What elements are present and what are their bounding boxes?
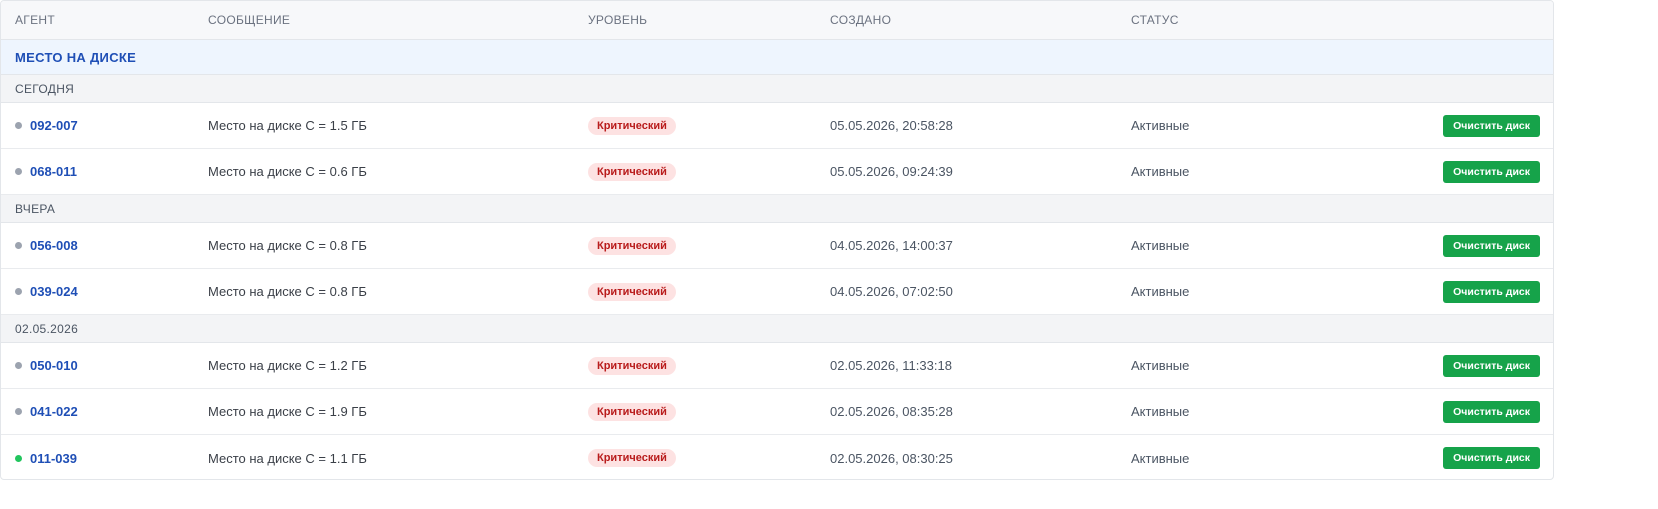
date-group-label: 02.05.2026 xyxy=(1,315,1553,343)
offline-status-dot-icon xyxy=(15,242,22,249)
action-cell: Очистить диск xyxy=(1403,160,1553,183)
level-cell: Критический xyxy=(574,449,816,467)
level-cell: Критический xyxy=(574,402,816,421)
status-text: Активные xyxy=(1131,450,1190,466)
column-header-created[interactable]: СОЗДАНО xyxy=(816,13,1117,27)
agent-cell: 092-007 xyxy=(1,118,194,133)
agent-cell: 039-024 xyxy=(1,284,194,299)
table-row: 011-039 Место на диске C = 1.1 ГБ Критич… xyxy=(1,435,1553,479)
agent-link[interactable]: 011-039 xyxy=(30,451,77,466)
offline-status-dot-icon xyxy=(15,288,22,295)
alert-message: Место на диске C = 0.8 ГБ xyxy=(208,238,367,253)
clean-disk-button[interactable]: Очистить диск xyxy=(1443,114,1540,137)
created-timestamp: 02.05.2026, 08:30:25 xyxy=(830,450,953,466)
status-text: Активные xyxy=(1131,358,1190,373)
agent-cell: 011-039 xyxy=(1,451,194,466)
level-badge-critical: Критический xyxy=(588,356,676,375)
level-badge-critical: Критический xyxy=(588,162,676,181)
online-status-dot-icon xyxy=(15,454,22,462)
clean-disk-button[interactable]: Очистить диск xyxy=(1443,354,1540,377)
alert-message: Место на диске C = 1.1 ГБ xyxy=(208,450,367,466)
level-badge-critical: Критический xyxy=(588,282,676,301)
date-group-label: ВЧЕРА xyxy=(1,195,1553,223)
level-cell: Критический xyxy=(574,356,816,375)
agent-link[interactable]: 068-011 xyxy=(30,164,77,179)
status-text: Активные xyxy=(1131,164,1190,179)
column-header-message[interactable]: СООБЩЕНИЕ xyxy=(194,13,574,27)
created-timestamp: 05.05.2026, 09:24:39 xyxy=(830,164,953,179)
action-cell: Очистить диск xyxy=(1403,400,1553,423)
agent-link[interactable]: 056-008 xyxy=(30,238,78,253)
alert-message: Место на диске C = 1.9 ГБ xyxy=(208,404,367,419)
agent-link[interactable]: 050-010 xyxy=(30,358,78,373)
alert-message: Место на диске C = 0.6 ГБ xyxy=(208,164,367,179)
agent-link[interactable]: 092-007 xyxy=(30,118,78,133)
agent-cell: 041-022 xyxy=(1,404,194,419)
alert-message: Место на диске C = 0.8 ГБ xyxy=(208,284,367,299)
action-cell: Очистить диск xyxy=(1403,354,1553,377)
clean-disk-button[interactable]: Очистить диск xyxy=(1443,447,1540,469)
column-header-level[interactable]: УРОВЕНЬ xyxy=(574,13,816,27)
date-group-label: СЕГОДНЯ xyxy=(1,75,1553,103)
level-cell: Критический xyxy=(574,162,816,181)
agent-cell: 050-010 xyxy=(1,358,194,373)
clean-disk-button[interactable]: Очистить диск xyxy=(1443,400,1540,423)
table-row: 039-024 Место на диске C = 0.8 ГБ Критич… xyxy=(1,269,1553,315)
agent-cell: 068-011 xyxy=(1,164,194,179)
level-cell: Критический xyxy=(574,282,816,301)
level-badge-critical: Критический xyxy=(588,449,676,467)
offline-status-dot-icon xyxy=(15,362,22,369)
status-text: Активные xyxy=(1131,118,1190,133)
group-header-disk-space: МЕСТО НА ДИСКЕ xyxy=(1,40,1553,75)
level-badge-critical: Критический xyxy=(588,236,676,255)
level-cell: Критический xyxy=(574,116,816,135)
alert-message: Место на диске C = 1.2 ГБ xyxy=(208,358,367,373)
action-cell: Очистить диск xyxy=(1403,234,1553,257)
column-header-status[interactable]: СТАТУС xyxy=(1117,13,1403,27)
agent-cell: 056-008 xyxy=(1,238,194,253)
table-row: 092-007 Место на диске C = 1.5 ГБ Критич… xyxy=(1,103,1553,149)
action-cell: Очистить диск xyxy=(1403,280,1553,303)
offline-status-dot-icon xyxy=(15,122,22,129)
table-row: 056-008 Место на диске C = 0.8 ГБ Критич… xyxy=(1,223,1553,269)
created-timestamp: 04.05.2026, 07:02:50 xyxy=(830,284,953,299)
offline-status-dot-icon xyxy=(15,168,22,175)
agent-link[interactable]: 041-022 xyxy=(30,404,78,419)
table-row: 068-011 Место на диске C = 0.6 ГБ Критич… xyxy=(1,149,1553,195)
alerts-table: АГЕНТ СООБЩЕНИЕ УРОВЕНЬ СОЗДАНО СТАТУС М… xyxy=(0,0,1554,480)
created-timestamp: 02.05.2026, 08:35:28 xyxy=(830,404,953,419)
action-cell: Очистить диск xyxy=(1403,447,1553,469)
table-body: СЕГОДНЯ 092-007 Место на диске C = 1.5 Г… xyxy=(1,75,1553,479)
level-badge-critical: Критический xyxy=(588,402,676,421)
action-cell: Очистить диск xyxy=(1403,114,1553,137)
offline-status-dot-icon xyxy=(15,408,22,415)
created-timestamp: 02.05.2026, 11:33:18 xyxy=(830,358,952,373)
created-timestamp: 05.05.2026, 20:58:28 xyxy=(830,118,953,133)
clean-disk-button[interactable]: Очистить диск xyxy=(1443,160,1540,183)
clean-disk-button[interactable]: Очистить диск xyxy=(1443,280,1540,303)
table-header: АГЕНТ СООБЩЕНИЕ УРОВЕНЬ СОЗДАНО СТАТУС xyxy=(1,1,1553,40)
level-cell: Критический xyxy=(574,236,816,255)
level-badge-critical: Критический xyxy=(588,116,676,135)
status-text: Активные xyxy=(1131,238,1190,253)
table-row: 050-010 Место на диске C = 1.2 ГБ Критич… xyxy=(1,343,1553,389)
agent-link[interactable]: 039-024 xyxy=(30,284,78,299)
column-header-agent[interactable]: АГЕНТ xyxy=(1,13,194,27)
table-row: 041-022 Место на диске C = 1.9 ГБ Критич… xyxy=(1,389,1553,435)
status-text: Активные xyxy=(1131,284,1190,299)
alert-message: Место на диске C = 1.5 ГБ xyxy=(208,118,367,133)
clean-disk-button[interactable]: Очистить диск xyxy=(1443,234,1540,257)
created-timestamp: 04.05.2026, 14:00:37 xyxy=(830,238,953,253)
status-text: Активные xyxy=(1131,404,1190,419)
